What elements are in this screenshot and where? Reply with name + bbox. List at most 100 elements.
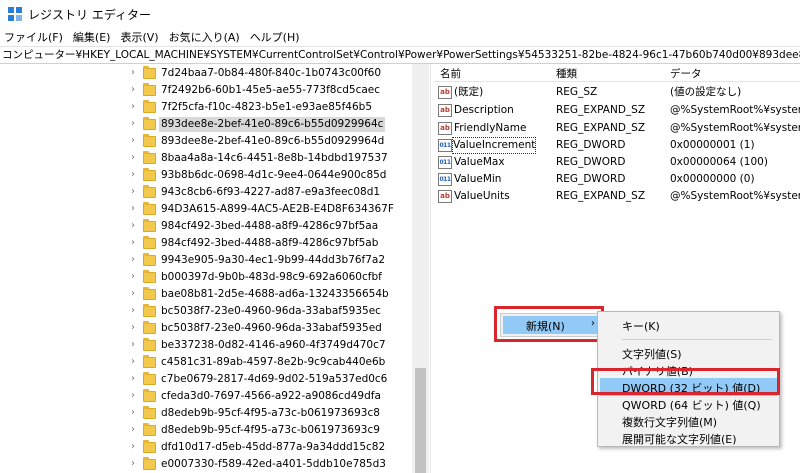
tree-item[interactable]: › e0007330-f589-42ed-a401-5ddb10e785d3 (0, 456, 420, 473)
tree-item-label: 8baa4a8a-14c6-4451-8e8b-14bdbd197537 (161, 152, 388, 164)
tree-item[interactable]: › 7d24baa7-0b84-480f-840c-1b0743c00f60 (0, 65, 420, 82)
value-row[interactable]: 011 ValueMax REG_DWORD 0x00000064 (100) (434, 154, 800, 171)
chevron-right-icon[interactable]: › (131, 237, 139, 249)
dword-value-icon: 011 (438, 156, 452, 169)
tree-item[interactable]: › 984cf492-3bed-4488-a8f9-4286c97bf5ab (0, 235, 420, 252)
folder-icon (143, 100, 156, 113)
chevron-right-icon[interactable]: › (131, 424, 139, 436)
tree-item[interactable]: › bc5038f7-23e0-4960-96da-33abaf5935ec (0, 303, 420, 320)
chevron-right-icon[interactable]: › (131, 271, 139, 283)
value-type: REG_EXPAND_SZ (556, 190, 646, 202)
tree-item-label: b000397d-9b0b-483d-98c9-692a6060cfbf (161, 271, 382, 283)
tree-scrollbar[interactable] (412, 64, 429, 473)
folder-icon (143, 406, 156, 419)
chevron-right-icon[interactable]: › (131, 118, 139, 130)
tree-item[interactable]: › 8baa4a8a-14c6-4451-8e8b-14bdbd197537 (0, 150, 420, 167)
chevron-right-icon[interactable]: › (131, 356, 139, 368)
folder-icon (143, 440, 156, 453)
tree-item-label: be337238-0d82-4146-a960-4f3749d470c7 (161, 339, 386, 351)
scrollbar-thumb[interactable] (415, 368, 426, 473)
chevron-right-icon[interactable]: › (131, 390, 139, 402)
chevron-right-icon[interactable]: › (131, 322, 139, 334)
tree-item[interactable]: › bc5038f7-23e0-4960-96da-33abaf5935ed (0, 320, 420, 337)
list-header: 名前 種類 データ (434, 64, 800, 82)
tree-item[interactable]: › 943c8cb6-6f93-4227-ad87-e9a3feec08d1 (0, 184, 420, 201)
tree-item[interactable]: › c4581c31-89ab-4597-8e2b-9c9cab440e6b (0, 354, 420, 371)
value-row[interactable]: ab FriendlyName REG_EXPAND_SZ @%SystemRo… (434, 120, 800, 137)
chevron-right-icon[interactable]: › (131, 254, 139, 266)
submenu-item-key[interactable]: キー(K) (600, 316, 777, 334)
chevron-right-icon[interactable]: › (131, 441, 139, 453)
address-bar[interactable]: コンピューター¥HKEY_LOCAL_MACHINE¥SYSTEM¥Curren… (0, 46, 800, 64)
menu-edit[interactable]: 編集(E) (73, 29, 111, 45)
column-data-header[interactable]: データ (670, 66, 702, 81)
chevron-right-icon[interactable]: › (131, 135, 139, 147)
menu-help[interactable]: ヘルプ(H) (250, 29, 300, 45)
chevron-right-icon[interactable]: › (131, 203, 139, 215)
submenu-item-qword[interactable]: QWORD (64 ビット) 値(Q) (600, 395, 777, 413)
folder-icon (143, 423, 156, 436)
column-type-header[interactable]: 種類 (556, 66, 577, 81)
chevron-right-icon[interactable]: › (131, 152, 139, 164)
value-name: ValueMin (454, 173, 502, 185)
chevron-right-icon[interactable]: › (131, 373, 139, 385)
folder-icon (143, 270, 156, 283)
chevron-right-icon[interactable]: › (131, 186, 139, 198)
tree-item[interactable]: › c7be0679-2817-4d69-9d02-519a537ed0c6 (0, 371, 420, 388)
tree-item[interactable]: › 93b8b6dc-0698-4d1c-9ee4-0644e900c85d (0, 167, 420, 184)
chevron-right-icon[interactable]: › (131, 288, 139, 300)
value-row[interactable]: 011 ValueIncrement REG_DWORD 0x00000001 … (434, 137, 800, 154)
value-type: REG_DWORD (556, 173, 626, 185)
tree-item[interactable]: › dfd10d17-d5eb-45dd-877a-9a34ddd15c82 (0, 439, 420, 456)
tree-item[interactable]: › cfeda3d0-7697-4566-a922-a9086cd49dfa (0, 388, 420, 405)
chevron-right-icon[interactable]: › (131, 169, 139, 181)
submenu-item-expandable-string[interactable]: 展開可能な文字列値(E) (600, 429, 777, 447)
value-row[interactable]: 011 ValueMin REG_DWORD 0x00000000 (0) (434, 171, 800, 188)
chevron-right-icon[interactable]: › (131, 407, 139, 419)
regedit-icon (8, 7, 22, 21)
value-row[interactable]: ab ValueUnits REG_EXPAND_SZ @%SystemRoot… (434, 188, 800, 205)
folder-icon (143, 236, 156, 249)
dword-value-icon: 011 (438, 173, 452, 186)
value-type: REG_DWORD (556, 156, 626, 168)
tree-item[interactable]: › 9943e905-9a30-4ec1-9b99-44dd3b76f7a2 (0, 252, 420, 269)
chevron-right-icon[interactable]: › (131, 339, 139, 351)
value-data: 0x00000001 (1) (670, 139, 755, 151)
value-row[interactable]: ab Description REG_EXPAND_SZ @%SystemRoo… (434, 102, 800, 119)
menu-view[interactable]: 表示(V) (120, 29, 158, 45)
submenu-item-string[interactable]: 文字列値(S) (600, 344, 777, 362)
tree-item[interactable]: › bae08b81-2d5e-4688-ad6a-13243356654b (0, 286, 420, 303)
tree-item[interactable]: › 7f2f5cfa-f10c-4823-b5e1-e93ae85f46b5 (0, 99, 420, 116)
chevron-right-icon[interactable]: › (131, 67, 139, 79)
tree-item[interactable]: › d8edeb9b-95cf-4f95-a73c-b061973693c8 (0, 405, 420, 422)
tree-item-label: 943c8cb6-6f93-4227-ad87-e9a3feec08d1 (161, 186, 381, 198)
tree-item[interactable]: › b000397d-9b0b-483d-98c9-692a6060cfbf (0, 269, 420, 286)
chevron-right-icon[interactable]: › (131, 305, 139, 317)
value-name: Description (454, 104, 514, 116)
value-data: 0x00000064 (100) (670, 156, 768, 168)
tree-item[interactable]: › d8edeb9b-95cf-4f95-a73c-b061973693c9 (0, 422, 420, 439)
submenu-item-multi-string[interactable]: 複数行文字列値(M) (600, 412, 777, 430)
menu-bar: ファイル(F) 編集(E) 表示(V) お気に入り(A) ヘルプ(H) (0, 28, 800, 46)
menu-file[interactable]: ファイル(F) (4, 29, 63, 45)
chevron-right-icon[interactable]: › (131, 84, 139, 96)
value-row[interactable]: ab (既定) REG_SZ (値の設定なし) (434, 84, 800, 101)
tree-item[interactable]: › 893dee8e-2bef-41e0-89c6-b55d0929964d (0, 133, 420, 150)
chevron-right-icon[interactable]: › (131, 220, 139, 232)
tree-item-label: 93b8b6dc-0698-4d1c-9ee4-0644e900c85d (161, 169, 387, 181)
chevron-right-icon[interactable]: › (131, 458, 139, 470)
menu-separator (622, 339, 772, 340)
tree-item[interactable]: › 94D3A615-A899-4AC5-AE2B-E4D8F634367F (0, 201, 420, 218)
folder-icon (143, 457, 156, 470)
column-name-header[interactable]: 名前 (440, 66, 461, 81)
tree-item-selected[interactable]: › 893dee8e-2bef-41e0-89c6-b55d0929964c (0, 116, 420, 133)
tree-item[interactable]: › be337238-0d82-4146-a960-4f3749d470c7 (0, 337, 420, 354)
chevron-right-icon[interactable]: › (131, 101, 139, 113)
tree-item-label: bc5038f7-23e0-4960-96da-33abaf5935ec (161, 305, 381, 317)
tree-item[interactable]: › 7f2492b6-60b1-45e5-ae55-773f8cd5caec (0, 82, 420, 99)
tree-item-label: 9943e905-9a30-4ec1-9b99-44dd3b76f7a2 (161, 254, 386, 266)
menu-favorites[interactable]: お気に入り(A) (169, 29, 240, 45)
tree-item[interactable]: › 984cf492-3bed-4488-a8f9-4286c97bf5aa (0, 218, 420, 235)
key-tree: › 7d24baa7-0b84-480f-840c-1b0743c00f60 › 7… (0, 64, 428, 473)
folder-icon (143, 151, 156, 164)
